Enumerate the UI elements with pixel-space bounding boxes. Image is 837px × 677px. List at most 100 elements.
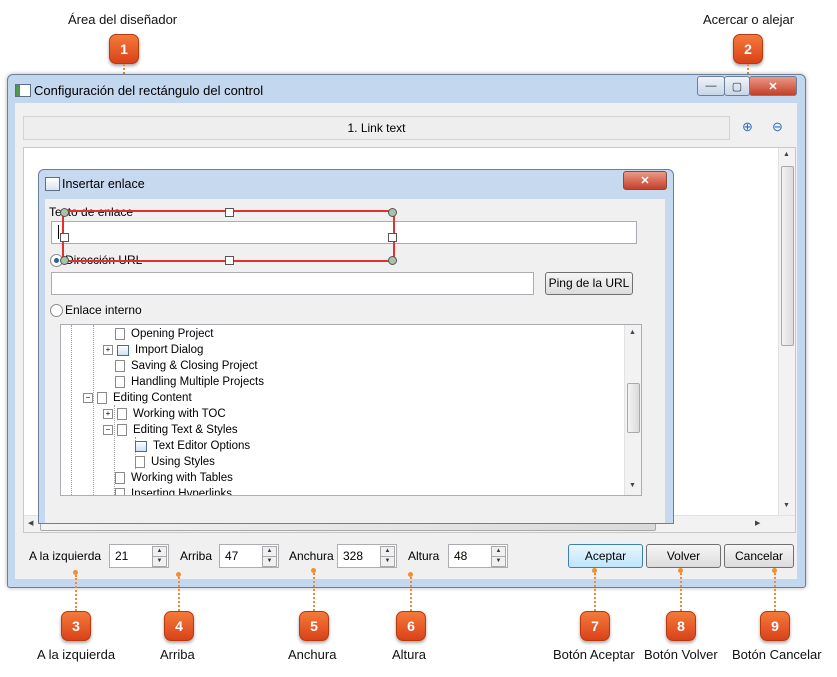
tree-guide: [71, 325, 72, 495]
badge-1: 1: [109, 34, 139, 64]
dialog-close-button[interactable]: ✕: [623, 171, 667, 190]
tree-scrollbar[interactable]: ▲ ▼: [624, 325, 641, 495]
tree-item-label: Editing Text & Styles: [133, 424, 238, 436]
spin-down-icon[interactable]: ▼: [262, 556, 277, 567]
tree-item[interactable]: Using Styles: [135, 454, 215, 470]
caption-top: Arriba: [160, 647, 195, 662]
page-icon: [135, 456, 145, 468]
badge-9: 9: [760, 611, 790, 641]
ping-url-button[interactable]: Ping de la URL: [545, 272, 633, 295]
scroll-up-icon[interactable]: ▲: [783, 151, 790, 158]
resize-handle[interactable]: [388, 233, 397, 242]
window-title: Configuración del rectángulo del control: [34, 83, 264, 98]
tree-item-label: Working with TOC: [133, 408, 226, 420]
resize-handle[interactable]: [225, 208, 234, 217]
left-label: A la izquierda: [29, 549, 102, 563]
tree-item-label: Opening Project: [131, 328, 214, 340]
page-icon: [115, 360, 125, 372]
top-value: 47: [225, 549, 239, 563]
tree-item-label: Working with Tables: [131, 472, 233, 484]
maximize-button[interactable]: ▢: [724, 76, 750, 96]
tree-item[interactable]: Saving & Closing Project: [115, 358, 258, 374]
dialog-icon: [45, 177, 60, 191]
collapse-icon[interactable]: −: [83, 393, 93, 403]
expand-icon[interactable]: +: [103, 345, 113, 355]
vertical-scroll-thumb[interactable]: [781, 166, 794, 346]
tree-item[interactable]: + Import Dialog: [103, 342, 203, 358]
app-icon: [15, 84, 31, 97]
top-spinbox[interactable]: 47 ▲ ▼: [219, 544, 279, 568]
badge-4: 4: [164, 611, 194, 641]
resize-handle[interactable]: [60, 256, 69, 265]
width-spinbox[interactable]: 328 ▲ ▼: [337, 544, 397, 568]
leader-8: [680, 573, 682, 611]
tree-item-label: Text Editor Options: [153, 440, 251, 452]
spin-down-icon[interactable]: ▼: [380, 556, 395, 567]
tree-scroll-down-icon[interactable]: ▼: [629, 482, 636, 489]
leader-5: [313, 573, 315, 611]
cancel-button[interactable]: Cancelar: [724, 544, 794, 568]
tree-item[interactable]: Text Editor Options: [135, 438, 250, 454]
width-label: Anchura: [289, 549, 334, 563]
leader-9: [774, 573, 776, 611]
badge-6: 6: [396, 611, 426, 641]
resize-handle[interactable]: [388, 208, 397, 217]
tree-guide: [93, 325, 94, 495]
control-rect-window: Configuración del rectángulo del control…: [7, 74, 806, 588]
leader-4: [178, 577, 180, 611]
left-value: 21: [115, 549, 129, 563]
spin-down-icon[interactable]: ▼: [491, 556, 506, 567]
designer-area[interactable]: ▲ ▼ ◀ ▶ Insertar enlace ✕ Texto de enlac…: [23, 147, 796, 533]
resize-handle[interactable]: [60, 208, 69, 217]
resize-handle[interactable]: [388, 256, 397, 265]
badge-2: 2: [733, 34, 763, 64]
caption-designer-area: Área del diseñador: [68, 12, 178, 27]
zoom-in-icon[interactable]: ⊕: [742, 119, 760, 137]
resize-handle[interactable]: [60, 233, 69, 242]
tree-item[interactable]: + Working with TOC: [103, 406, 226, 422]
selection-rectangle[interactable]: [62, 210, 395, 262]
tree-item[interactable]: Inserting Hyperlinks: [115, 486, 232, 495]
scroll-down-icon[interactable]: ▼: [783, 502, 790, 509]
vertical-scrollbar[interactable]: ▲ ▼: [778, 148, 795, 516]
left-spinbox[interactable]: 21 ▲ ▼: [109, 544, 169, 568]
leader-3: [75, 575, 77, 611]
tree-item[interactable]: Working with Tables: [115, 470, 233, 486]
tree-item[interactable]: Handling Multiple Projects: [115, 374, 264, 390]
window-client: 1. Link text ⊕ ⊖ ▲ ▼ ◀ ▶ Insertar enlace…: [15, 103, 797, 579]
tree-scroll-up-icon[interactable]: ▲: [629, 329, 636, 336]
internal-link-label: Enlace interno: [65, 303, 142, 317]
tree-item-label: Using Styles: [151, 456, 215, 468]
url-input[interactable]: [51, 272, 534, 295]
tree-scroll-thumb[interactable]: [627, 383, 640, 433]
close-button[interactable]: ✕: [749, 76, 797, 96]
caption-width: Anchura: [288, 647, 337, 662]
scroll-left-icon[interactable]: ◀: [28, 519, 33, 527]
topic-tree[interactable]: Opening Project + Import Dialog Saving & …: [60, 324, 642, 496]
badge-5: 5: [299, 611, 329, 641]
tree-item[interactable]: − Editing Text & Styles: [103, 422, 238, 438]
internal-link-radio[interactable]: [50, 304, 63, 317]
back-button[interactable]: Volver: [646, 544, 721, 568]
scroll-right-icon[interactable]: ▶: [755, 519, 760, 527]
leader-6: [410, 577, 412, 611]
caption-zoom: Acercar o alejar: [703, 12, 795, 27]
tree-item[interactable]: − Editing Content: [83, 390, 192, 406]
height-spinbox[interactable]: 48 ▲ ▼: [448, 544, 508, 568]
tree-item[interactable]: Opening Project: [115, 326, 213, 342]
link-text-bar: 1. Link text: [23, 116, 730, 140]
spin-down-icon[interactable]: ▼: [152, 556, 167, 567]
resize-handle[interactable]: [225, 256, 234, 265]
page-icon: [97, 392, 107, 404]
height-value: 48: [454, 549, 468, 563]
page-icon: [117, 408, 127, 420]
accept-button[interactable]: Aceptar: [568, 544, 643, 568]
top-label: Arriba: [180, 549, 213, 563]
window-icon: [117, 344, 129, 356]
text-caret: [58, 225, 59, 239]
expand-icon[interactable]: +: [103, 409, 113, 419]
collapse-icon[interactable]: −: [103, 425, 113, 435]
minimize-button[interactable]: —: [697, 76, 725, 96]
height-label: Altura: [408, 549, 440, 563]
zoom-out-icon[interactable]: ⊖: [772, 119, 790, 137]
